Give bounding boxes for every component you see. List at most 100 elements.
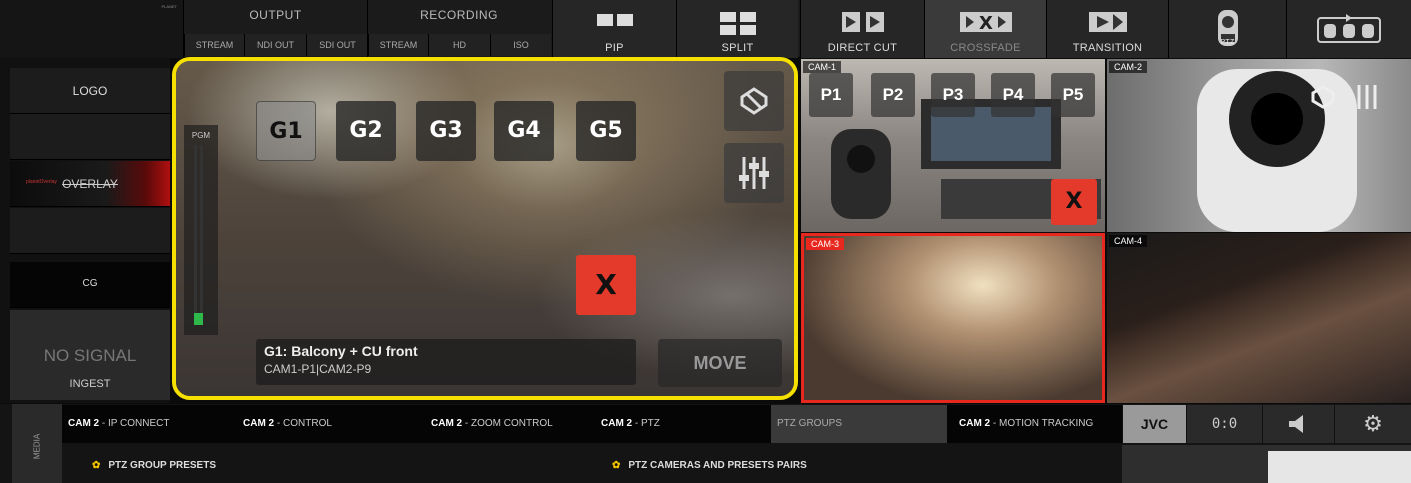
split-label: SPLIT (721, 42, 754, 54)
cam2-mixer-icon[interactable] (1347, 77, 1387, 117)
tab-control-cam: CAM 2 (243, 418, 275, 429)
pip-label: PIP (605, 42, 624, 54)
tab-motion-tracking[interactable]: CAM 2 - MOTION TRACKING (953, 405, 1122, 443)
settings-button[interactable]: ⚙ (1334, 405, 1411, 443)
ingest-panel[interactable]: NO SIGNAL INGEST (10, 310, 170, 400)
ptz-button[interactable]: PTZ (1168, 0, 1286, 58)
tab-ip-connect-label: - IP CONNECT (99, 418, 170, 429)
multi-ptz-button[interactable] (1286, 0, 1411, 58)
timecode-counter: 0:0 (1186, 405, 1262, 443)
tab-motion-cam: CAM 2 (959, 418, 991, 429)
preset-button-p1[interactable]: P1 (809, 73, 853, 117)
program-preview[interactable]: PGM G1 G2 G3 G4 G5 X G1: Balcony + CU fr… (172, 57, 798, 400)
tab-ip-connect-cam: CAM 2 (68, 418, 100, 429)
meter-level (194, 313, 203, 325)
logo-label: LOGO (72, 84, 108, 98)
presets-header-row: ✿ PTZ GROUP PRESETS ✿ PTZ CAMERAS AND PRES… (62, 458, 1122, 483)
pgm-meter-label: PGM (191, 131, 211, 140)
ptz-group-presets-heading: ✿ PTZ GROUP PRESETS (92, 460, 216, 471)
tab-zoom-cam: CAM 2 (431, 418, 463, 429)
ptz-pairs-label: PTZ CAMERAS AND PRESETS PAIRS (628, 460, 807, 471)
ndi-out-button[interactable]: NDI OUT (244, 34, 306, 56)
sidebar-item-empty-2[interactable] (10, 208, 170, 254)
preset-button-p4[interactable]: P4 (991, 73, 1035, 117)
ptz-label: PTZ (1220, 39, 1235, 46)
cam1-clear-button[interactable]: X (1051, 179, 1097, 225)
group-info-title: G1: Balcony + CU front (264, 343, 418, 359)
transition-swap-icon (740, 87, 768, 115)
tab-zoom-control[interactable]: CAM 2 - ZOOM CONTROL (425, 405, 595, 443)
bottom-right-panel (1122, 445, 1411, 483)
pgm-transition-button[interactable] (724, 71, 784, 131)
tab-ptz-cam: CAM 2 (601, 418, 633, 429)
preset-button-p2[interactable]: P2 (871, 73, 915, 117)
output-title: OUTPUT (249, 8, 302, 22)
tab-ptz[interactable]: CAM 2 - PTZ (595, 405, 771, 443)
split-icon (719, 12, 756, 35)
pip-icon (596, 14, 633, 26)
cg-label: CG (82, 278, 98, 289)
bottom-right-white-block (1268, 451, 1411, 483)
crossfade-label: CROSSFADE (950, 42, 1021, 54)
preset-button-p3[interactable]: P3 (931, 73, 975, 117)
move-button[interactable]: MOVE (658, 339, 782, 387)
sidebar-item-logo[interactable]: LOGO (10, 68, 170, 114)
tab-motion-label: - MOTION TRACKING (990, 418, 1094, 429)
gear-icon: ✿ (92, 460, 101, 471)
ptz-pairs-heading: ✿ PTZ CAMERAS AND PRESETS PAIRS (612, 460, 807, 471)
recording-group: RECORDING STREAM HD ISO (367, 0, 551, 58)
meter-bar-right (200, 145, 203, 325)
recording-stream-button[interactable]: STREAM (368, 34, 428, 56)
pgm-mixer-button[interactable] (724, 143, 784, 203)
brand-logo: PLANET (161, 4, 177, 9)
crossfade-button[interactable]: X CROSSFADE (924, 0, 1046, 58)
tab-ip-connect[interactable]: CAM 2 - IP CONNECT (62, 405, 237, 443)
camera-tile-4[interactable]: CAM-4 (1107, 233, 1411, 403)
tab-control[interactable]: CAM 2 - CONTROL (237, 405, 425, 443)
camera-tile-1[interactable]: CAM-1 P1 P2 P3 P4 P5 X (801, 59, 1105, 232)
multi-ptz-icon (1317, 14, 1381, 43)
transition-icon (1088, 12, 1127, 32)
sidebar-item-empty-1[interactable] (10, 114, 170, 160)
tab-ptz-groups[interactable]: PTZ GROUPS (771, 405, 947, 443)
group-button-g1[interactable]: G1 (256, 101, 316, 161)
cam4-tag: CAM-4 (1109, 235, 1148, 247)
camera-tab-row: CAM 2 - IP CONNECT CAM 2 - CONTROL CAM 2… (62, 405, 1122, 443)
transition-button[interactable]: TRANSITION (1046, 0, 1168, 58)
group-button-g2[interactable]: G2 (336, 101, 396, 161)
media-label: MEDIA (32, 433, 42, 460)
camera-tile-2[interactable]: CAM-2 (1107, 59, 1411, 232)
camera-tile-3[interactable]: CAM-3 (801, 233, 1105, 403)
cam1-tag: CAM-1 (803, 61, 842, 73)
tab-ptz-groups-label: PTZ GROUPS (777, 418, 843, 429)
volume-button[interactable] (1262, 405, 1334, 443)
recording-iso-button[interactable]: ISO (490, 34, 551, 56)
ingest-label: INGEST (69, 378, 111, 390)
brand-area: PLANET (0, 0, 183, 58)
pip-mode-button[interactable]: PIP (552, 0, 676, 58)
sidebar-item-cg[interactable]: CG (10, 262, 170, 308)
group-button-g3[interactable]: G3 (416, 101, 476, 161)
group-button-g4[interactable]: G4 (494, 101, 554, 161)
mixer-sliders-icon (739, 157, 769, 189)
sidebar-item-overlay[interactable]: planetOverlay OVERLAY (10, 161, 170, 207)
split-mode-button[interactable]: SPLIT (676, 0, 798, 58)
no-signal-label: NO SIGNAL (43, 346, 137, 365)
preset-button-p5[interactable]: P5 (1051, 73, 1095, 117)
gear-icon: ✿ (612, 460, 621, 471)
cam3-tag: CAM-3 (806, 238, 845, 250)
group-info-pairs: CAM1-P1|CAM2-P9 (264, 362, 372, 376)
direct-cut-button[interactable]: DIRECT CUT (800, 0, 924, 58)
media-tab[interactable]: MEDIA (12, 404, 62, 483)
sdi-out-button[interactable]: SDI OUT (306, 34, 368, 56)
pgm-clear-button[interactable]: X (576, 255, 636, 315)
recording-hd-button[interactable]: HD (428, 34, 490, 56)
jvc-brand: JVC (1122, 405, 1186, 443)
group-button-g5[interactable]: G5 (576, 101, 636, 161)
output-stream-button[interactable]: STREAM (184, 34, 244, 56)
tab-zoom-label: - ZOOM CONTROL (462, 418, 553, 429)
crossfade-icon: X (959, 12, 1012, 34)
meter-bar-left (194, 145, 197, 325)
speaker-icon (1288, 415, 1303, 433)
cam2-transition-icon[interactable] (1303, 77, 1343, 117)
